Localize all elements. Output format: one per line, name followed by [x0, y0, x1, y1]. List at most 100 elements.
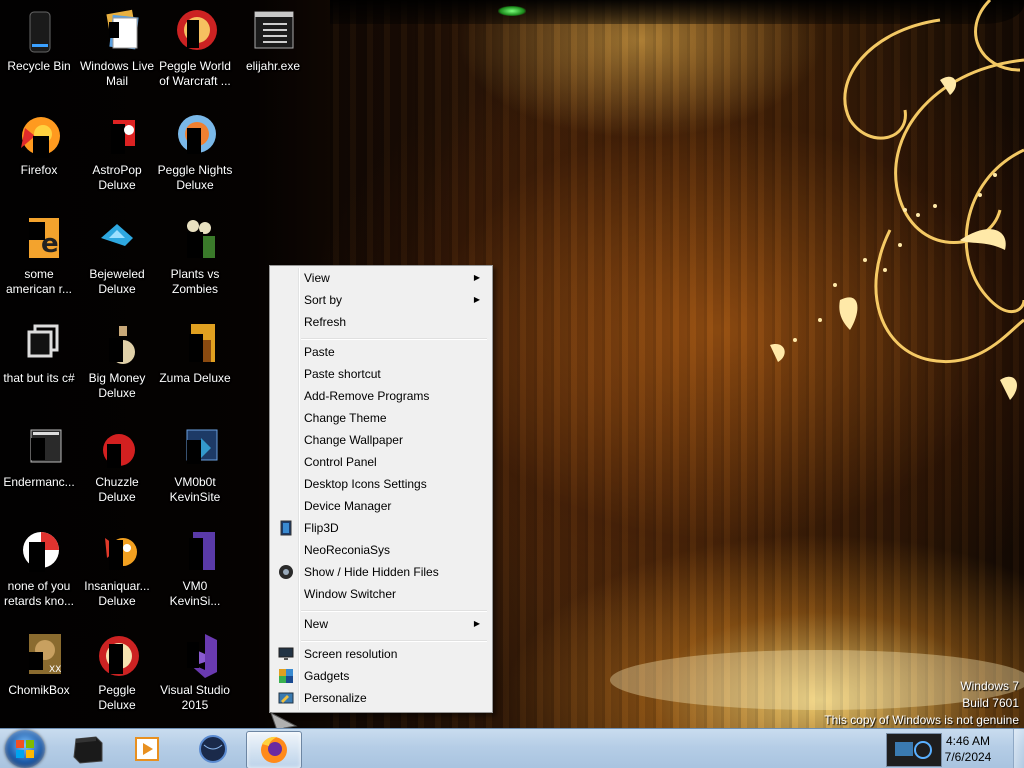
big-money-icon	[93, 320, 141, 368]
windows-live-mail-icon	[93, 8, 141, 56]
desktop-icon-plants-vs-zombies[interactable]: Plants vs Zombies	[156, 216, 234, 297]
recycle-bin-icon	[15, 8, 63, 56]
desktop-icon-some-american[interactable]: e some american r...	[0, 216, 78, 297]
desktop-icon-astropop[interactable]: AstroPop Deluxe	[78, 112, 156, 193]
desktop-icon-peggle[interactable]: Peggle Deluxe	[78, 632, 156, 713]
bejeweled-icon	[93, 216, 141, 264]
menu-item-paste[interactable]: Paste	[273, 341, 489, 363]
desktop-icon-that-but-its-c[interactable]: that but its c#	[0, 320, 78, 386]
clock-time: 4:46 AM	[945, 734, 991, 748]
icon-label: Insaniquar... Deluxe	[84, 579, 150, 608]
icon-label: Peggle World of Warcraft ...	[159, 59, 231, 88]
icon-label: some american r...	[5, 267, 73, 296]
menu-item-screen-resolution[interactable]: Screen resolution	[273, 643, 489, 665]
menu-item-label: Change Wallpaper	[304, 433, 403, 447]
desktop-icon-none-of-you[interactable]: none of you retards kno...	[0, 528, 78, 609]
taskbar-terminal[interactable]	[62, 731, 116, 767]
desktop-icon-elijahr-exe[interactable]: elijahr.exe	[234, 8, 312, 74]
menu-item-change-theme[interactable]: Change Theme	[273, 407, 489, 429]
menu-item-neoreconiasys[interactable]: NeoReconiaSys	[273, 539, 489, 561]
menu-item-label: Window Switcher	[304, 587, 397, 601]
chomikbox-icon: XX	[15, 632, 63, 680]
taskbar: 4:46 AM 7/6/2024	[0, 728, 1024, 768]
zuma-icon	[171, 320, 219, 368]
menu-item-label: Sort by	[304, 293, 343, 307]
submenu-arrow-icon: ▶	[473, 273, 480, 282]
menu-item-add-remove-programs[interactable]: Add-Remove Programs	[273, 385, 489, 407]
icon-label: Visual Studio 2015	[160, 683, 230, 712]
flip3d-icon	[278, 520, 294, 536]
start-button[interactable]	[5, 730, 45, 768]
desktop-icon-vm0b0t[interactable]: VM0b0t KevinSite	[156, 424, 234, 505]
desktop-icon-bejeweled[interactable]: Bejeweled Deluxe	[78, 216, 156, 297]
menu-item-label: NeoReconiaSys	[304, 543, 391, 557]
icon-label: ChomikBox	[8, 683, 70, 697]
menu-item-new[interactable]: New ▶	[273, 613, 489, 635]
desktop-icon-windows-live-mail[interactable]: Windows Live Mail	[78, 8, 156, 89]
exe-file-icon	[249, 8, 297, 56]
menu-item-label: New	[304, 617, 329, 631]
menu-item-label: Control Panel	[304, 455, 377, 469]
desktop-icon-insaniquarium[interactable]: Insaniquar... Deluxe	[78, 528, 156, 609]
menu-item-label: Desktop Icons Settings	[304, 477, 427, 491]
taskbar-media-player[interactable]	[120, 731, 174, 767]
menu-separator	[301, 338, 487, 340]
desktop-icon-visual-studio[interactable]: Visual Studio 2015	[156, 632, 234, 713]
watermark-build: Build 7601	[962, 696, 1019, 710]
menu-item-device-manager[interactable]: Device Manager	[273, 495, 489, 517]
icon-label: Peggle Deluxe	[98, 683, 136, 712]
icon-label: that but its c#	[3, 371, 75, 385]
icon-label: Endermanc...	[3, 475, 75, 489]
chrome-like-icon	[15, 528, 63, 576]
menu-item-view[interactable]: View ▶	[273, 267, 489, 289]
desktop[interactable]: Recycle Bin Firefox e some american r...…	[0, 0, 1024, 728]
icon-label: Zuma Deluxe	[159, 371, 231, 385]
eye-icon	[278, 564, 294, 580]
icon-label: Recycle Bin	[7, 59, 71, 73]
menu-item-flip3d[interactable]: Flip3D	[273, 517, 489, 539]
clock[interactable]: 4:46 AM 7/6/2024	[928, 733, 1008, 765]
personalize-icon	[278, 690, 294, 706]
desktop-icon-firefox[interactable]: Firefox	[0, 112, 78, 178]
gadgets-icon	[278, 668, 294, 684]
desktop-icon-vm0-kevinsite[interactable]: VM0 KevinSi...	[156, 528, 234, 609]
desktop-icon-peggle-nights[interactable]: Peggle Nights Deluxe	[156, 112, 234, 193]
desktop-icon-chuzzle[interactable]: Chuzzle Deluxe	[78, 424, 156, 505]
menu-item-sort-by[interactable]: Sort by ▶	[273, 289, 489, 311]
icon-label: VM0b0t KevinSite	[169, 475, 221, 504]
menu-item-window-switcher[interactable]: Window Switcher	[273, 583, 489, 605]
globe-icon	[199, 735, 227, 763]
menu-separator	[301, 640, 487, 642]
taskbar-firefox[interactable]	[246, 731, 302, 768]
menu-separator	[301, 610, 487, 612]
chuzzle-icon	[93, 424, 141, 472]
desktop-icon-zuma[interactable]: Zuma Deluxe	[156, 320, 234, 386]
show-desktop-button[interactable]	[1013, 729, 1024, 768]
firefox-icon	[15, 112, 63, 160]
menu-item-label: View	[304, 271, 330, 285]
svg-text:XX: XX	[49, 665, 61, 675]
firefox-icon	[261, 736, 287, 763]
desktop-icon-peggle-wow[interactable]: Peggle World of Warcraft ...	[156, 8, 234, 89]
taskbar-browser[interactable]	[186, 731, 240, 767]
menu-item-desktop-icons-settings[interactable]: Desktop Icons Settings	[273, 473, 489, 495]
desktop-icon-chomikbox[interactable]: XX ChomikBox	[0, 632, 78, 698]
menu-item-label: Change Theme	[304, 411, 387, 425]
menu-item-show-hide-hidden-files[interactable]: Show / Hide Hidden Files	[273, 561, 489, 583]
menu-item-change-wallpaper[interactable]: Change Wallpaper	[273, 429, 489, 451]
submenu-arrow-icon: ▶	[473, 295, 480, 304]
icon-label: Firefox	[20, 163, 58, 177]
desktop-icon-endermanch[interactable]: Endermanc...	[0, 424, 78, 490]
watermark-version: Windows 7	[960, 679, 1019, 693]
menu-item-personalize[interactable]: Personalize	[273, 687, 489, 709]
desktop-icon-big-money[interactable]: Big Money Deluxe	[78, 320, 156, 401]
menu-item-label: Device Manager	[304, 499, 392, 513]
menu-item-control-panel[interactable]: Control Panel	[273, 451, 489, 473]
desktop-icon-recycle-bin[interactable]: Recycle Bin	[0, 8, 78, 74]
icon-label: Big Money Deluxe	[88, 371, 146, 400]
visual-studio-icon	[171, 632, 219, 680]
clock-date: 7/6/2024	[944, 750, 992, 764]
menu-item-gadgets[interactable]: Gadgets	[273, 665, 489, 687]
menu-item-refresh[interactable]: Refresh	[273, 311, 489, 333]
menu-item-paste-shortcut[interactable]: Paste shortcut	[273, 363, 489, 385]
